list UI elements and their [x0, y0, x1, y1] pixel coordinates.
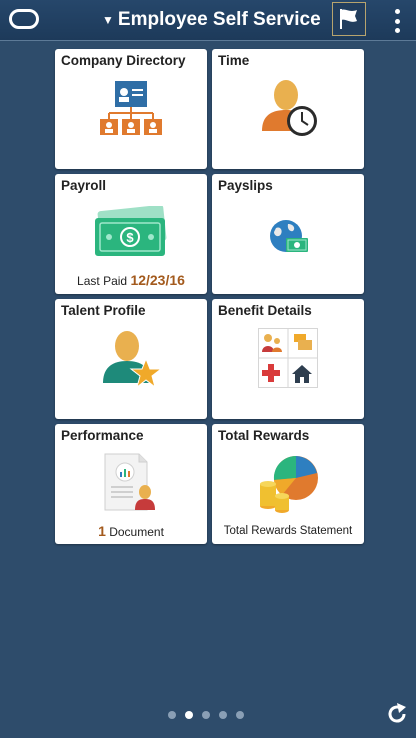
page-dot[interactable]: [236, 711, 244, 719]
page-dot[interactable]: [219, 711, 227, 719]
document-person-icon: [104, 453, 155, 511]
last-paid-label: Last Paid: [77, 274, 128, 288]
employee-clock-icon: [262, 80, 317, 136]
total-rewards-statement-label: Total Rewards Statement: [223, 525, 353, 537]
tile-title: Talent Profile: [61, 303, 146, 318]
page-dot-active[interactable]: [185, 711, 193, 719]
tile-title: Benefit Details: [218, 303, 312, 318]
last-paid-row: Last Paid 12/23/16: [55, 272, 207, 288]
pie-coins-icon: [260, 455, 318, 513]
page-dot[interactable]: [202, 711, 210, 719]
last-paid-date: 12/23/16: [130, 272, 185, 288]
tile-payslips[interactable]: Payslips: [212, 174, 364, 294]
tile-total-rewards[interactable]: Total Rewards Total Rewards Statement: [212, 424, 364, 544]
person-star-icon: [103, 331, 163, 389]
tile-title: Payslips: [218, 178, 273, 193]
tile-talent-profile[interactable]: Talent Profile: [55, 299, 207, 419]
benefits-grid-icon: [258, 328, 318, 388]
oracle-logo-icon[interactable]: [9, 9, 39, 29]
tile-payroll[interactable]: Payroll $ Last Paid 12/23/16: [55, 174, 207, 294]
tile-title: Time: [218, 53, 250, 68]
org-chart-icon: [100, 81, 162, 135]
page-title-dropdown[interactable]: ▼ Employee Self Service: [102, 8, 321, 32]
svg-text:$: $: [126, 230, 134, 245]
tile-title: Performance: [61, 428, 144, 443]
page-title: Employee Self Service: [117, 9, 321, 30]
refresh-icon[interactable]: [385, 702, 409, 726]
document-count: 1: [98, 523, 106, 539]
tile-company-directory[interactable]: Company Directory: [55, 49, 207, 169]
document-label: Document: [109, 525, 164, 539]
notifications-flag-button[interactable]: [332, 2, 366, 36]
page-dot[interactable]: [168, 711, 176, 719]
caret-down-icon: ▼: [102, 13, 114, 27]
tile-title: Company Directory: [61, 53, 186, 68]
tile-benefit-details[interactable]: Benefit Details: [212, 299, 364, 419]
kebab-dot-icon: [394, 9, 400, 14]
kebab-dot-icon: [394, 18, 400, 24]
kebab-dot-icon: [394, 28, 400, 33]
tile-title: Total Rewards: [218, 428, 310, 443]
money-icon: $: [95, 206, 167, 256]
tile-performance[interactable]: Performance 1 Document: [55, 424, 207, 544]
tile-time[interactable]: Time: [212, 49, 364, 169]
more-actions-button[interactable]: [390, 9, 404, 33]
page-indicator: [168, 711, 244, 719]
app-header: ▼ Employee Self Service: [0, 0, 416, 41]
performance-docs-row: 1 Document: [55, 523, 207, 539]
globe-money-icon: [270, 220, 308, 252]
flag-icon: [340, 9, 357, 29]
tile-title: Payroll: [61, 178, 107, 193]
